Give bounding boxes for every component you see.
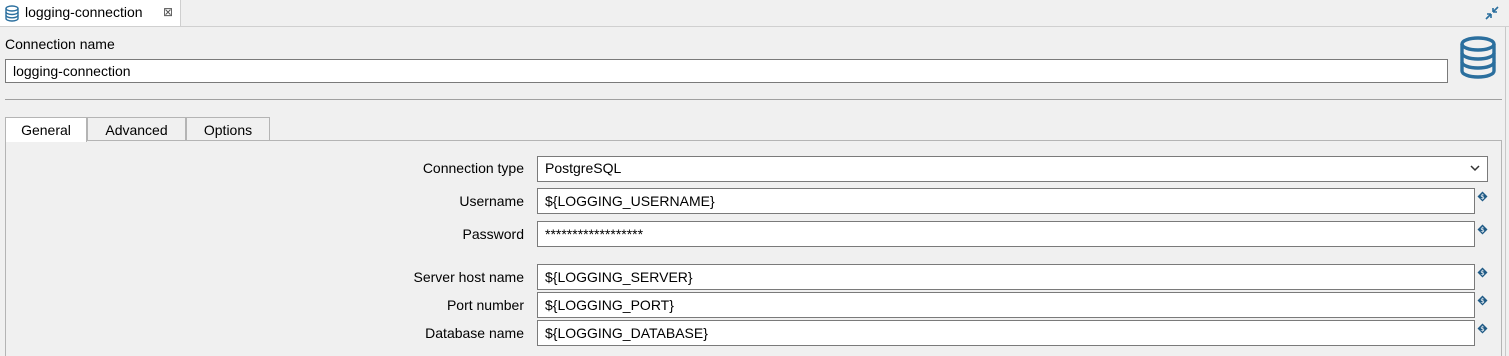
database-icon [1458,36,1498,83]
variable-icon[interactable]: $ [1477,265,1488,278]
password-field[interactable] [537,221,1475,247]
editor-tab-title: logging-connection [25,4,143,20]
server-host-label: Server host name [413,269,525,285]
username-label: Username [459,193,524,209]
port-field[interactable] [537,292,1475,318]
database-name-field[interactable] [537,320,1475,346]
svg-text:$: $ [1480,226,1484,234]
editor-tab-bar: logging-connection ⊠ [0,0,1509,27]
variable-icon[interactable]: $ [1477,321,1488,334]
chevron-down-icon [1469,161,1481,177]
connection-name-label: Connection name [5,36,115,52]
minimize-icon[interactable] [1483,4,1501,22]
password-label: Password [462,226,524,242]
variable-icon[interactable]: $ [1477,293,1488,306]
username-field[interactable] [537,188,1475,214]
variable-icon[interactable]: $ [1477,222,1488,235]
tab-options[interactable]: Options [186,117,270,141]
connection-name-input[interactable] [5,59,1448,83]
tab-general[interactable]: General [5,117,87,142]
svg-text:$: $ [1480,269,1484,277]
variable-icon[interactable]: $ [1477,189,1488,202]
tab-general-label: General [21,122,71,138]
database-icon [5,5,19,25]
connection-type-label: Connection type [422,160,524,176]
separator [5,99,1502,100]
tab-options-label: Options [203,122,253,138]
close-icon[interactable]: ⊠ [163,5,173,19]
server-host-field[interactable] [537,264,1475,290]
svg-text:$: $ [1480,325,1484,333]
connection-type-select[interactable]: PostgreSQL [537,156,1488,182]
svg-text:$: $ [1480,193,1484,201]
svg-text:$: $ [1480,297,1484,305]
editor-tab-logging-connection[interactable]: logging-connection ⊠ [0,0,181,26]
database-name-label: Database name [425,325,524,341]
tab-advanced-label: Advanced [105,122,168,138]
connection-type-value: PostgreSQL [545,160,622,176]
port-label: Port number [446,297,524,313]
tab-advanced[interactable]: Advanced [87,117,186,141]
